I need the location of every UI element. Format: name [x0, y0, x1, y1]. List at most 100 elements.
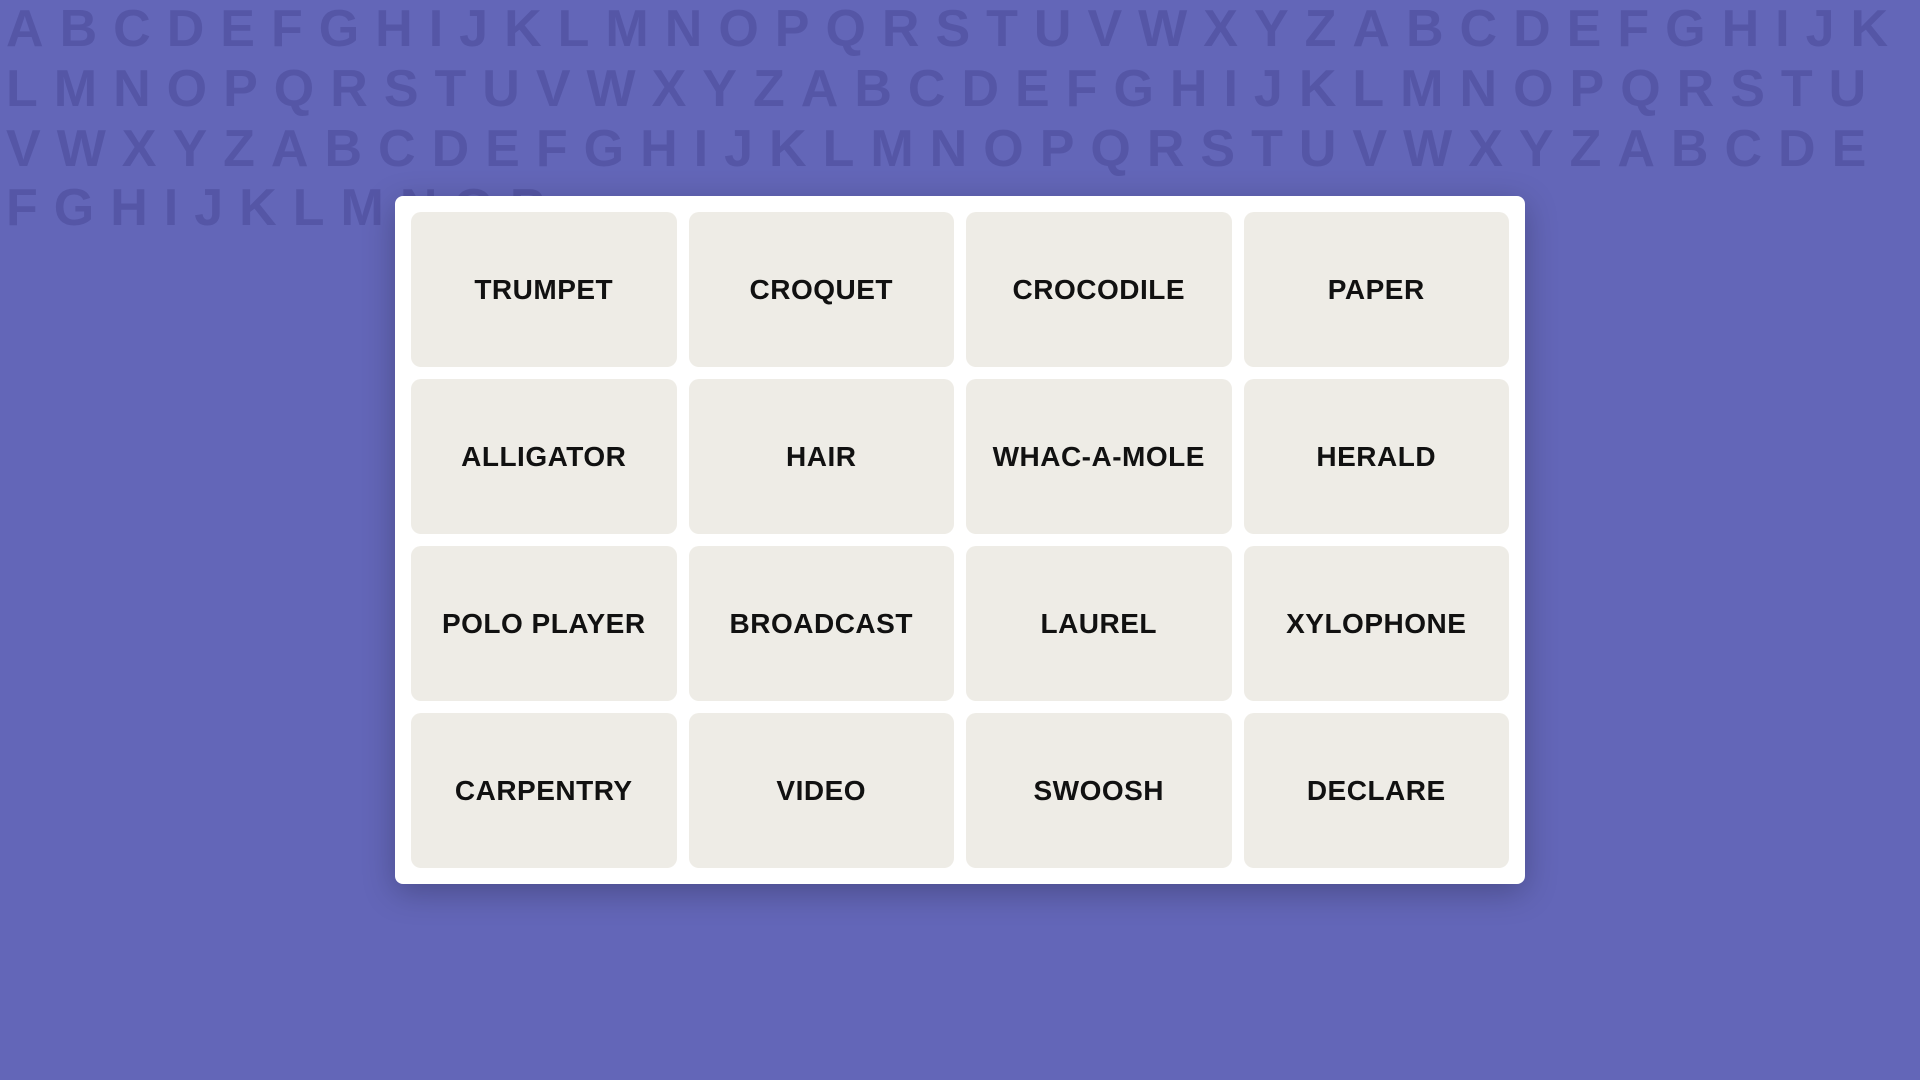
bg-letter: G: [313, 0, 369, 60]
bg-letter: I: [423, 0, 453, 60]
bg-letter: D: [1772, 120, 1826, 180]
card-label-croquet: CROQUET: [750, 274, 894, 306]
bg-letter: A: [265, 120, 319, 180]
card-swoosh[interactable]: SWOOSH: [966, 713, 1232, 868]
bg-letter: U: [476, 60, 530, 120]
bg-letter: V: [530, 60, 581, 120]
bg-letter: F: [265, 0, 313, 60]
bg-letter: X: [1197, 0, 1248, 60]
bg-letter: K: [1845, 0, 1899, 60]
card-panel: TRUMPET CROQUET CROCODILE PAPER ALLIGATOR HAI…: [395, 196, 1525, 884]
bg-letter: J: [1248, 60, 1293, 120]
bg-letter: Z: [1299, 0, 1347, 60]
bg-letter: C: [372, 120, 426, 180]
bg-letter: K: [763, 120, 817, 180]
card-crocodile[interactable]: CROCODILE: [966, 212, 1232, 367]
bg-letter: T: [980, 0, 1028, 60]
bg-letter: W: [51, 120, 116, 180]
card-laurel[interactable]: LAUREL: [966, 546, 1232, 701]
bg-letter: K: [498, 0, 552, 60]
card-label-herald: HERALD: [1316, 441, 1436, 473]
card-trumpet[interactable]: TRUMPET: [411, 212, 677, 367]
bg-letter: K: [233, 179, 287, 239]
bg-letter: O: [712, 0, 768, 60]
bg-letter: D: [1507, 0, 1561, 60]
bg-letter: L: [1346, 60, 1394, 120]
bg-letter: Y: [1248, 0, 1299, 60]
bg-letter: H: [369, 0, 423, 60]
card-label-broadcast: BROADCAST: [730, 608, 913, 640]
card-hair[interactable]: HAIR: [689, 379, 955, 534]
bg-letter: O: [1507, 60, 1563, 120]
card-label-carpentry: CARPENTRY: [455, 775, 633, 807]
card-whac-a-mole[interactable]: WHAC-A-MOLE: [966, 379, 1232, 534]
bg-letter: A: [1346, 0, 1400, 60]
card-broadcast[interactable]: BROADCAST: [689, 546, 955, 701]
bg-letter: E: [1009, 60, 1060, 120]
bg-letter: G: [1659, 0, 1715, 60]
bg-letter: N: [924, 120, 978, 180]
bg-letter: C: [1718, 120, 1772, 180]
card-alligator[interactable]: ALLIGATOR: [411, 379, 677, 534]
card-polo-player[interactable]: POLO PLAYER: [411, 546, 677, 701]
card-xylophone[interactable]: XYLOPHONE: [1244, 546, 1510, 701]
bg-letter: N: [107, 60, 161, 120]
bg-letter: E: [214, 0, 265, 60]
bg-letter: B: [848, 60, 902, 120]
bg-letter: C: [107, 0, 161, 60]
card-video[interactable]: VIDEO: [689, 713, 955, 868]
bg-letter: R: [876, 0, 930, 60]
bg-letter: G: [48, 179, 104, 239]
bg-letter: Y: [696, 60, 747, 120]
card-label-declare: DECLARE: [1307, 775, 1446, 807]
bg-letter: D: [161, 0, 215, 60]
bg-letter: P: [217, 60, 268, 120]
bg-letter: M: [1394, 60, 1453, 120]
bg-letter: P: [1034, 120, 1085, 180]
bg-letter: H: [634, 120, 688, 180]
bg-letter: T: [1245, 120, 1293, 180]
bg-letter: X: [116, 120, 167, 180]
bg-letter: W: [1397, 120, 1462, 180]
bg-letter: E: [1826, 120, 1877, 180]
card-label-polo-player: POLO PLAYER: [442, 608, 646, 640]
bg-letter: L: [0, 60, 48, 120]
card-label-paper: PAPER: [1328, 274, 1425, 306]
bg-letter: L: [552, 0, 600, 60]
card-declare[interactable]: DECLARE: [1244, 713, 1510, 868]
bg-letter: F: [1060, 60, 1108, 120]
card-label-crocodile: CROCODILE: [1013, 274, 1186, 306]
bg-letter: J: [1800, 0, 1845, 60]
bg-letter: D: [426, 120, 480, 180]
bg-letter: P: [769, 0, 820, 60]
bg-letter: A: [1611, 120, 1665, 180]
bg-letter: E: [479, 120, 530, 180]
bg-letter: T: [1775, 60, 1823, 120]
bg-letter: B: [1400, 0, 1454, 60]
bg-letter: L: [287, 179, 335, 239]
word-grid: TRUMPET CROQUET CROCODILE PAPER ALLIGATOR HAI…: [411, 212, 1509, 868]
card-label-alligator: ALLIGATOR: [461, 441, 626, 473]
bg-letter: A: [795, 60, 849, 120]
bg-letter: N: [659, 0, 713, 60]
bg-letter: M: [864, 120, 923, 180]
bg-letter: U: [1028, 0, 1082, 60]
bg-letter: Q: [1614, 60, 1670, 120]
bg-letter: F: [0, 179, 48, 239]
bg-letter: H: [1716, 0, 1770, 60]
bg-letter: Y: [1513, 120, 1564, 180]
bg-letter: W: [1132, 0, 1197, 60]
bg-letter: V: [0, 120, 51, 180]
bg-letter: G: [578, 120, 634, 180]
card-croquet[interactable]: CROQUET: [689, 212, 955, 367]
card-label-trumpet: TRUMPET: [474, 274, 613, 306]
bg-letter: S: [1724, 60, 1775, 120]
card-carpentry[interactable]: CARPENTRY: [411, 713, 677, 868]
bg-letter: M: [599, 0, 658, 60]
bg-letter: F: [530, 120, 578, 180]
card-label-video: VIDEO: [776, 775, 866, 807]
card-label-laurel: LAUREL: [1040, 608, 1157, 640]
card-herald[interactable]: HERALD: [1244, 379, 1510, 534]
bg-letter: O: [161, 60, 217, 120]
card-paper[interactable]: PAPER: [1244, 212, 1510, 367]
